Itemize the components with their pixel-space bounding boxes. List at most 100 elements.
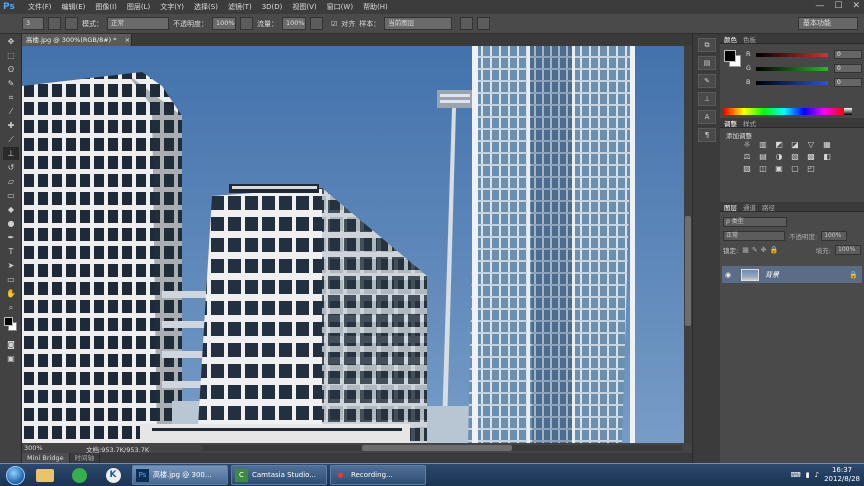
menu-layer[interactable]: 图层(L) <box>122 2 155 12</box>
brush-size-picker[interactable]: 3 <box>22 17 44 30</box>
menu-image[interactable]: 图像(I) <box>90 2 122 12</box>
adjustment-icon[interactable]: ▥ <box>756 140 770 149</box>
menu-file[interactable]: 文件(F) <box>23 2 57 12</box>
flow-input[interactable]: 100% <box>282 17 306 30</box>
menu-select[interactable]: 选择(S) <box>189 2 223 12</box>
screen-mode-icon[interactable]: ▣ <box>3 352 19 365</box>
tab-swatches[interactable]: 色板 <box>743 34 756 44</box>
properties-panel-icon[interactable]: ▤ <box>698 56 716 70</box>
color-spectrum[interactable] <box>724 108 844 115</box>
history-panel-icon[interactable]: ⧉ <box>698 38 716 52</box>
color-swatches[interactable] <box>3 315 19 337</box>
paragraph-panel-icon[interactable]: ¶ <box>698 128 716 142</box>
tab-color[interactable]: 颜色 <box>724 34 737 44</box>
adjustment-icon[interactable]: ▣ <box>772 164 786 173</box>
adjustment-icon[interactable]: ◪ <box>788 140 802 149</box>
horizontal-scroll-thumb[interactable] <box>362 445 512 451</box>
adjustment-icon[interactable]: ⚖ <box>740 152 754 161</box>
minimize-icon[interactable]: — <box>815 1 824 11</box>
windows-start-icon[interactable] <box>5 465 25 485</box>
taskbar-pin-explorer[interactable] <box>30 465 60 485</box>
tab-adjustments[interactable]: 调整 <box>724 118 737 128</box>
blur-tool-icon[interactable]: ◆ <box>3 203 19 216</box>
red-track[interactable] <box>756 53 828 57</box>
folder-icon[interactable] <box>36 468 54 482</box>
menu-3d[interactable]: 3D(D) <box>257 3 288 11</box>
horizontal-scrollbar[interactable] <box>202 445 682 451</box>
align-checkbox[interactable]: ☑ <box>331 20 337 28</box>
layer-filter-select[interactable]: ρ 类型 <box>723 216 787 227</box>
tab-timeline[interactable]: 时间轴 <box>69 453 101 463</box>
hand-tool-icon[interactable]: ✋ <box>3 287 19 300</box>
airbrush-icon[interactable] <box>310 17 323 30</box>
slider-red[interactable]: R 0 <box>746 50 862 60</box>
maximize-icon[interactable]: ☐ <box>834 1 842 11</box>
menu-help[interactable]: 帮助(H) <box>358 2 393 12</box>
tab-channels[interactable]: 通道 <box>743 202 756 212</box>
menu-window[interactable]: 窗口(W) <box>322 2 358 12</box>
keyboard-icon[interactable]: ⌨ <box>791 471 801 479</box>
adjustment-icon[interactable]: ◧ <box>820 152 834 161</box>
brush-panel-icon[interactable] <box>48 17 61 30</box>
ignore-adjustment-icon[interactable] <box>460 17 474 30</box>
path-select-tool-icon[interactable]: ➤ <box>3 259 19 272</box>
move-tool-icon[interactable]: ✥ <box>3 35 19 48</box>
document-tab[interactable]: 高楼.jpg @ 300%(RGB/8#) * × <box>22 34 132 46</box>
slider-green[interactable]: G 0 <box>746 64 862 74</box>
eyedropper-tool-icon[interactable]: ⁄ <box>3 105 19 118</box>
volume-icon[interactable]: ♪ <box>815 471 819 479</box>
taskbar-photoshop[interactable]: Ps 高楼.jpg @ 300... <box>132 465 228 485</box>
adjustment-icon[interactable]: ◩ <box>772 140 786 149</box>
taskbar-pin-360[interactable] <box>64 465 94 485</box>
layer-opacity-input[interactable]: 100% <box>821 230 848 241</box>
taskbar-camtasia[interactable]: C Camtasia Studio... <box>231 465 327 485</box>
adjustment-icon[interactable]: ◰ <box>804 164 818 173</box>
pressure-opacity-icon[interactable] <box>240 17 253 30</box>
lasso-tool-icon[interactable]: ʘ <box>3 63 19 76</box>
tab-layers[interactable]: 图层 <box>724 202 737 212</box>
adjustment-icon[interactable]: ☼ <box>740 140 754 149</box>
healing-brush-tool-icon[interactable]: ✚ <box>3 119 19 132</box>
adjustment-icon[interactable]: ▤ <box>756 152 770 161</box>
clone-source-panel-icon[interactable]: ⊥ <box>698 92 716 106</box>
clock[interactable]: 16:37 2012/8/28 <box>824 466 860 484</box>
adjustment-icon[interactable]: ◑ <box>772 152 786 161</box>
marquee-tool-icon[interactable]: ⬚ <box>3 49 19 62</box>
close-tab-icon[interactable]: × <box>125 36 130 44</box>
brush-tool-icon[interactable]: ⟋ <box>3 133 19 146</box>
green-app-icon[interactable] <box>71 467 87 483</box>
color-foreground-swatch[interactable] <box>724 50 736 62</box>
gradient-tool-icon[interactable]: ▭ <box>3 189 19 202</box>
shape-tool-icon[interactable]: ▭ <box>3 273 19 286</box>
layer-row-background[interactable]: ◉ 背景 🔒 <box>722 266 862 283</box>
k-app-icon[interactable]: K <box>105 467 121 483</box>
adjustment-icon[interactable]: ◫ <box>756 164 770 173</box>
menu-type[interactable]: 文字(Y) <box>155 2 189 12</box>
layer-blend-mode-select[interactable]: 正常 <box>723 230 785 241</box>
channel-r-value[interactable]: 0 <box>834 50 862 59</box>
character-panel-icon[interactable]: A <box>698 110 716 124</box>
taskbar-pin-k[interactable]: K <box>98 465 128 485</box>
eye-icon[interactable]: ◉ <box>725 271 737 279</box>
zoom-tool-icon[interactable]: ⌕ <box>3 301 19 314</box>
adjustment-icon[interactable]: ▨ <box>740 164 754 173</box>
menu-edit[interactable]: 编辑(E) <box>57 2 91 12</box>
zoom-level[interactable]: 300% <box>24 444 43 452</box>
slider-blue[interactable]: B 0 <box>746 78 862 88</box>
adjustment-icon[interactable]: ▧ <box>788 152 802 161</box>
crop-tool-icon[interactable]: ⌗ <box>3 91 19 104</box>
network-icon[interactable]: ▮ <box>806 471 810 479</box>
channel-b-value[interactable]: 0 <box>834 78 862 87</box>
lock-options-icon[interactable]: ▦✎✥🔒 <box>742 246 781 254</box>
vertical-scroll-thumb[interactable] <box>685 216 691 326</box>
start-button[interactable] <box>0 464 30 486</box>
channel-g-value[interactable]: 0 <box>834 64 862 73</box>
opacity-input[interactable]: 100% <box>212 17 236 30</box>
green-track[interactable] <box>756 67 828 71</box>
tab-mini-bridge[interactable]: Mini Bridge <box>22 453 70 463</box>
eraser-tool-icon[interactable]: ▱ <box>3 175 19 188</box>
mode-select[interactable]: 正常 <box>107 17 169 30</box>
sample-select[interactable]: 当前图层 <box>384 17 453 30</box>
history-brush-tool-icon[interactable]: ↺ <box>3 161 19 174</box>
tab-paths[interactable]: 路径 <box>762 202 775 212</box>
